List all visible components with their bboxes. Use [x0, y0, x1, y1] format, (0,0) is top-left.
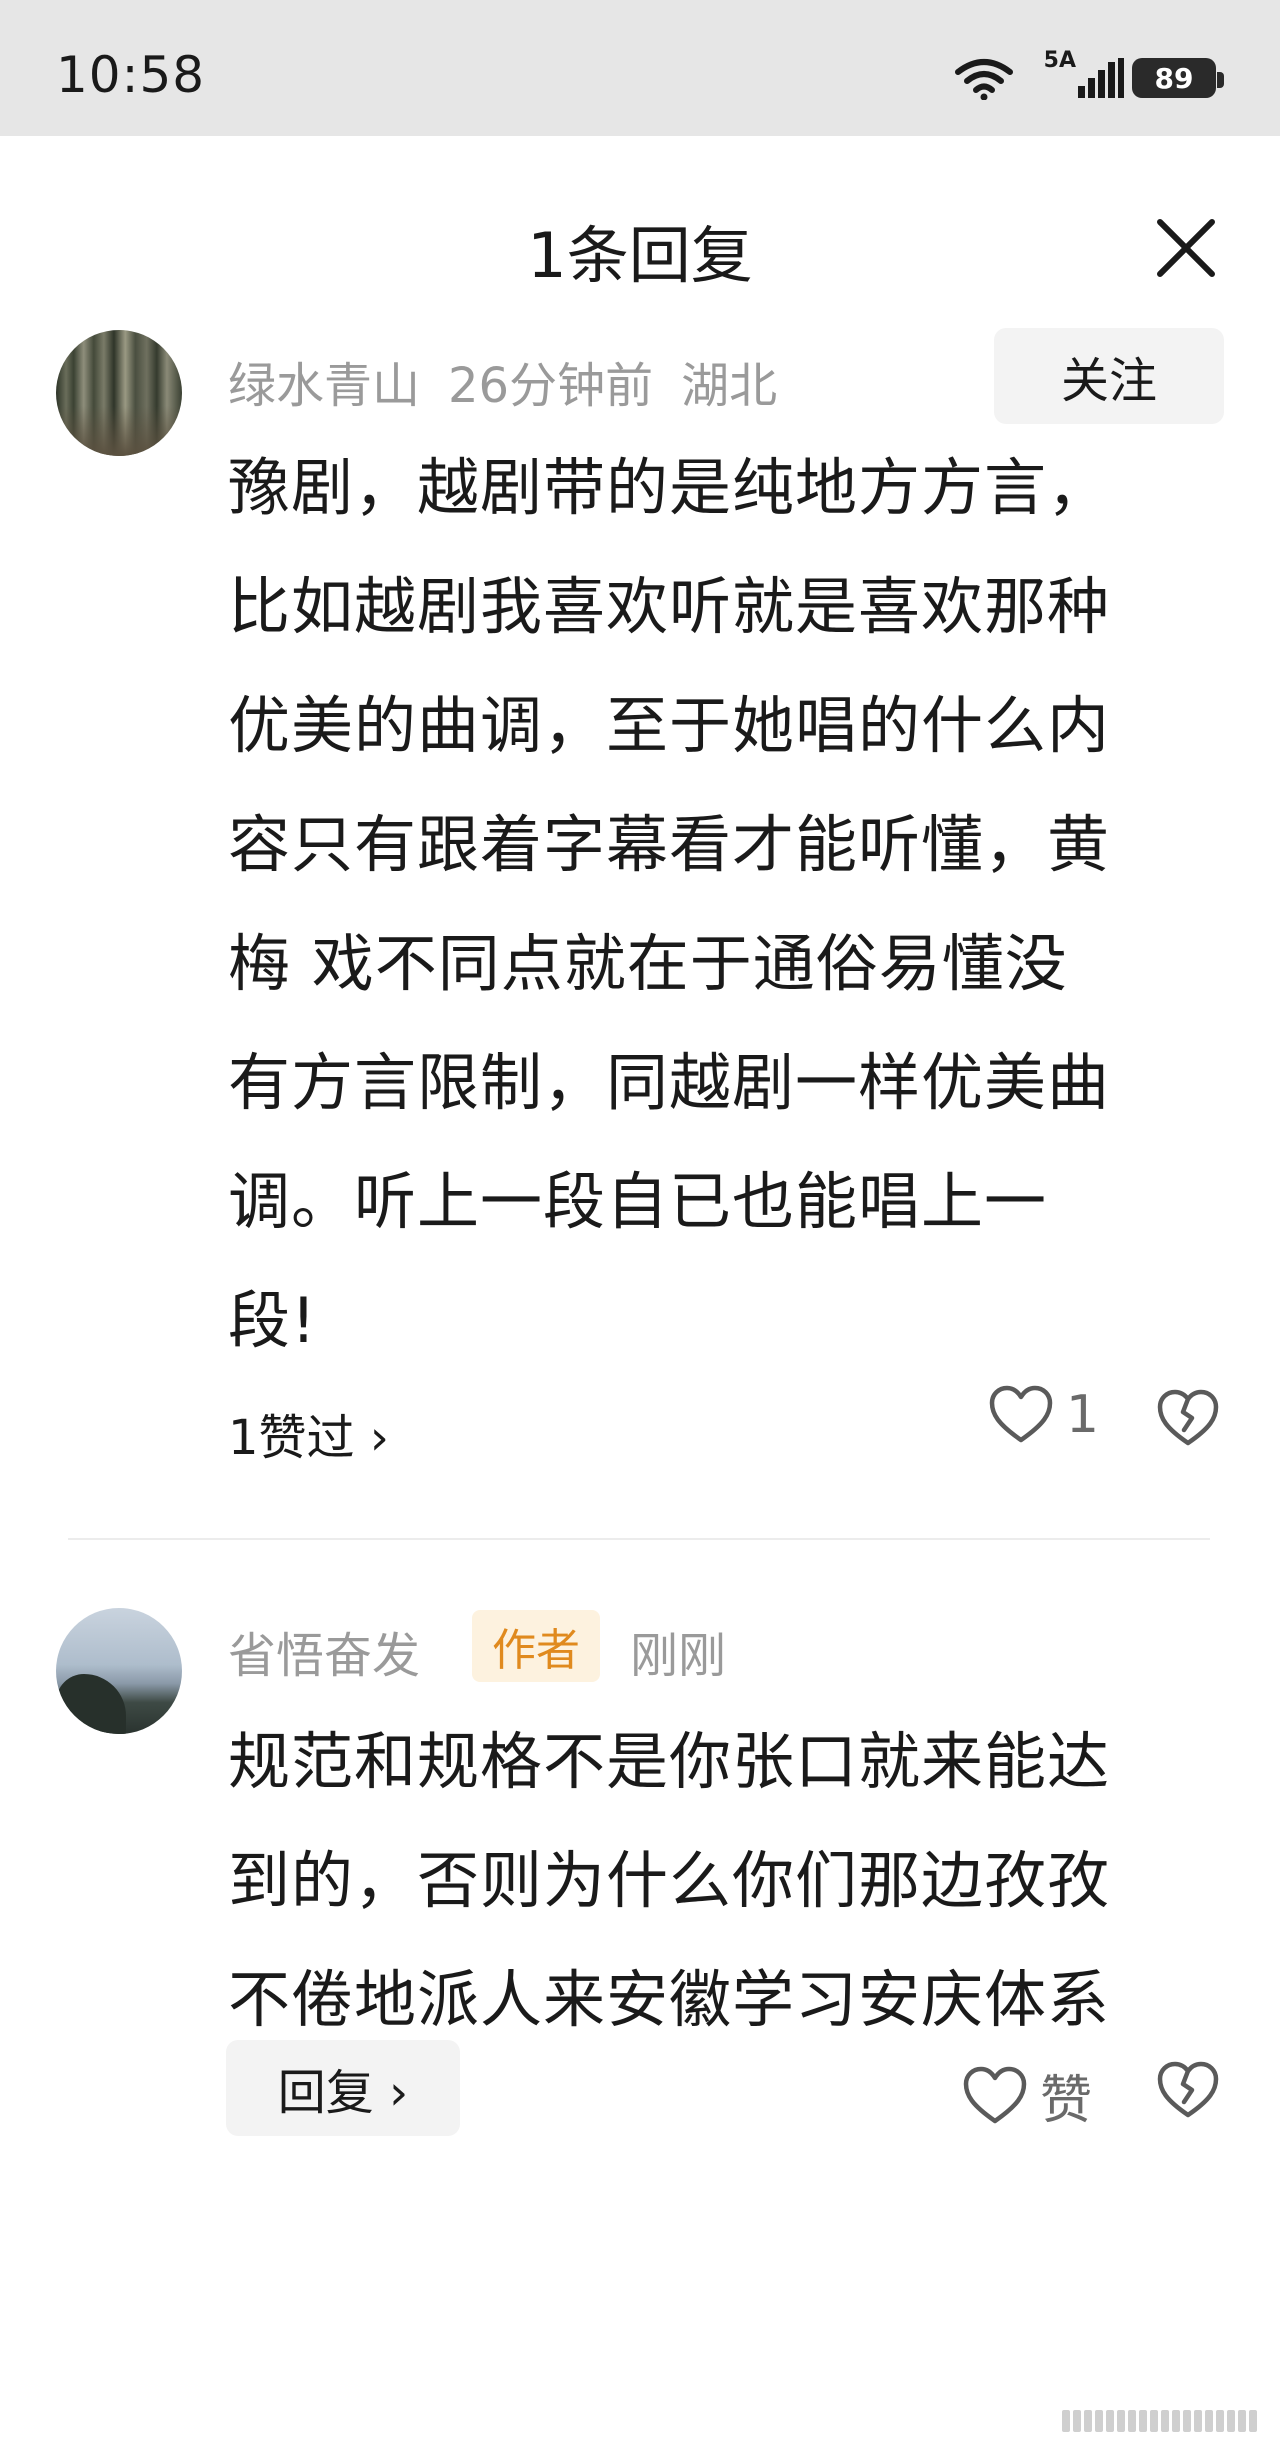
comment-location: 湖北 — [681, 358, 778, 414]
comment-line: 豫剧，越剧带的是纯地方方言， — [228, 451, 1111, 524]
comment-body: 豫剧，越剧带的是纯地方方言， 比如越剧我喜欢听就是喜欢那种 优美的曲调，至于她唱… — [228, 428, 1238, 1380]
comment-line: 调。听上一段自已也能唱上一 — [228, 1165, 1048, 1238]
comment-line: 优美的曲调，至于她唱的什么内 — [228, 689, 1111, 762]
wifi-icon — [955, 59, 1013, 100]
comment-line: 容只有跟着字幕看才能听懂，黄 — [228, 808, 1111, 881]
comment-line: 梅 戏不同点就在于通俗易懂没 — [228, 927, 1068, 1000]
signal-icon — [1078, 58, 1124, 98]
heart-icon — [989, 1385, 1053, 1443]
divider — [68, 1538, 1210, 1540]
follow-button[interactable]: 关注 — [994, 328, 1224, 424]
avatar[interactable] — [56, 1608, 182, 1734]
reply-line: 到的，否则为什么你们那边孜孜 — [228, 1844, 1111, 1917]
status-time: 10:58 — [56, 46, 206, 104]
status-icons: 5A 89 — [894, 48, 1224, 102]
sheet-title: 1条回复 — [527, 219, 753, 292]
comment-meta: 绿水青山 26分钟前 湖北 — [228, 346, 805, 416]
author-badge: 作者 — [472, 1610, 600, 1682]
network-type-label: 5A — [1043, 48, 1076, 73]
dislike-icon[interactable] — [1156, 1388, 1220, 1448]
like-count: 1 — [1066, 1385, 1100, 1445]
comment-line: 段! — [228, 1284, 317, 1357]
comment-author[interactable]: 绿水青山 — [228, 358, 420, 414]
like-button[interactable]: 赞 — [962, 2058, 1092, 2133]
reply-author-name[interactable]: 省悟奋发 — [228, 1616, 420, 1686]
close-icon[interactable] — [1150, 212, 1222, 284]
like-label: 赞 — [1040, 2071, 1093, 2131]
likes-link[interactable]: 1赞过 › — [228, 1398, 389, 1468]
reply-button[interactable]: 回复 › — [226, 2040, 460, 2136]
status-bar: 10:58 5A 89 — [0, 0, 1280, 136]
like-button[interactable]: 1 — [988, 1384, 1099, 1446]
heart-icon — [963, 2066, 1027, 2123]
reply-line: 规范和规格不是你张口就来能达 — [228, 1725, 1111, 1798]
battery-icon: 89 — [1132, 58, 1216, 98]
comment-line: 比如越剧我喜欢听就是喜欢那种 — [228, 570, 1111, 643]
comment-line: 有方言限制，同越剧一样优美曲 — [228, 1046, 1111, 1119]
reply-body: 规范和规格不是你张口就来能达 到的，否则为什么你们那边孜孜 不倦地派人来安徽学习… — [228, 1702, 1238, 2059]
dislike-icon[interactable] — [1156, 2060, 1220, 2120]
comment-time: 26分钟前 — [448, 358, 654, 414]
battery-tip — [1217, 72, 1224, 88]
reply-time: 刚刚 — [630, 1628, 727, 1684]
avatar[interactable] — [56, 330, 182, 456]
watermark-bars — [1062, 2410, 1258, 2432]
